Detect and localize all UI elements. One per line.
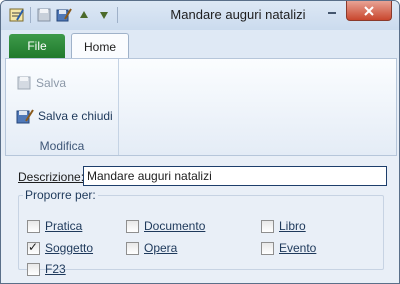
checkbox-label: Soggetto — [45, 241, 94, 255]
checkbox-opera[interactable]: Opera — [126, 241, 177, 255]
checkbox-documento[interactable]: Documento — [126, 219, 205, 233]
checkbox-box[interactable] — [126, 219, 139, 233]
save-icon — [17, 76, 31, 90]
checkbox-box[interactable] — [27, 262, 40, 276]
window-title: Mandare auguri natalizi — [170, 7, 306, 22]
description-input[interactable] — [83, 166, 387, 186]
checkbox-libro[interactable]: Libro — [261, 219, 306, 233]
quick-access-toolbar — [7, 5, 121, 25]
save-button[interactable]: Salva — [16, 73, 66, 93]
checkbox-evento[interactable]: Evento — [261, 241, 316, 255]
app-icon[interactable] — [7, 5, 27, 25]
checkbox-box[interactable] — [27, 219, 40, 233]
checkbox-pratica[interactable]: Pratica — [27, 219, 82, 233]
ribbon-panel: Salva Salva e chiudi Modifica — [5, 58, 397, 156]
arrow-up-icon[interactable] — [74, 5, 94, 25]
checkbox-box[interactable] — [126, 241, 139, 255]
checkbox-label: Documento — [144, 219, 206, 233]
toolbar-separator — [117, 7, 118, 23]
form-area: Descrizione: Proporre per: Pratica Docum… — [1, 156, 399, 283]
propose-group: Proporre per: Pratica Documento Libro So… — [18, 188, 384, 276]
close-icon — [364, 5, 374, 16]
description-label: Descrizione: — [18, 170, 85, 184]
save-and-close-label: Salva e chiudi — [38, 109, 113, 123]
save-and-close-button[interactable]: Salva e chiudi — [16, 106, 113, 126]
checkbox-box[interactable] — [27, 240, 40, 255]
checkbox-label: Evento — [279, 241, 317, 255]
save-label: Salva — [36, 76, 67, 90]
checkbox-label: F23 — [45, 262, 66, 276]
title-bar: Mandare auguri natalizi — [1, 1, 399, 30]
toolbar-separator — [30, 7, 31, 23]
minimize-button[interactable] — [319, 1, 345, 20]
tab-home[interactable]: Home — [71, 33, 129, 60]
save-close-icon[interactable] — [54, 5, 74, 25]
ribbon-tabs: File Home ? — [1, 30, 399, 81]
close-button[interactable] — [346, 1, 392, 21]
checkbox-box[interactable] — [261, 219, 274, 233]
save-icon[interactable] — [34, 5, 54, 25]
save-close-icon — [16, 109, 34, 124]
tab-file[interactable]: File — [9, 34, 65, 58]
checkbox-soggetto[interactable]: Soggetto — [27, 240, 94, 255]
group-label: Modifica — [39, 139, 85, 153]
window: Mandare auguri natalizi File Home ? Salv… — [0, 0, 400, 284]
checkbox-f23[interactable]: F23 — [27, 262, 66, 276]
checkbox-label: Opera — [144, 241, 178, 255]
arrow-down-icon[interactable] — [94, 5, 114, 25]
checkbox-box[interactable] — [261, 241, 274, 255]
checkbox-label: Libro — [279, 219, 306, 233]
checkbox-label: Pratica — [45, 219, 83, 233]
group-modifica: Salva Salva e chiudi Modifica — [6, 59, 119, 155]
propose-legend: Proporre per: — [25, 188, 96, 202]
minimize-icon — [328, 11, 336, 14]
